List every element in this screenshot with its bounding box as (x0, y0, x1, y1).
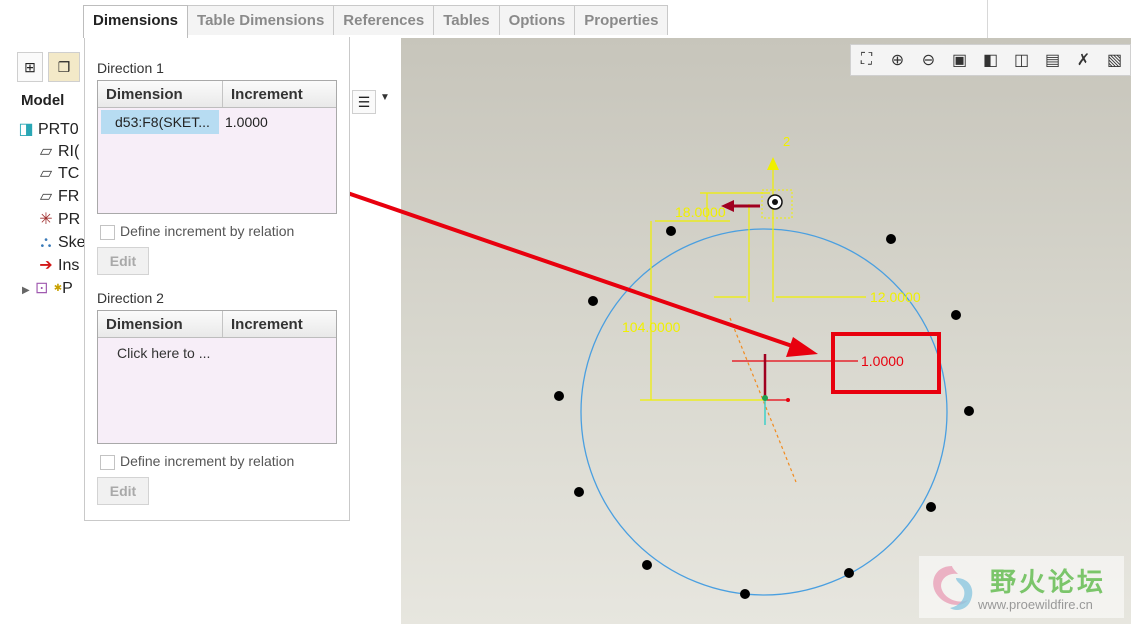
direction2-edit-button[interactable]: Edit (97, 477, 149, 505)
refit-icon[interactable]: ⛶ (851, 45, 882, 75)
pattern-point[interactable] (574, 487, 584, 497)
axis-label: 2 (783, 134, 790, 149)
center-dot (786, 398, 790, 402)
pattern-point[interactable] (951, 310, 961, 320)
list-options-icon[interactable]: ☰ (352, 90, 376, 114)
pattern-point[interactable] (666, 226, 676, 236)
annotation-display-icon[interactable]: ▧ (1099, 45, 1130, 75)
pattern-circle (580, 228, 948, 596)
pattern-point[interactable] (926, 502, 936, 512)
pattern-point[interactable] (740, 589, 750, 599)
zoom-out-icon[interactable]: ⊖ (913, 45, 944, 75)
direction2-table-header: Dimension Increment (98, 311, 336, 338)
pattern-point[interactable] (844, 568, 854, 578)
view-manager-icon[interactable]: ▤ (1037, 45, 1068, 75)
tab-dimensions[interactable]: Dimensions (83, 5, 189, 38)
dimension-text-18[interactable]: 18.0000 (675, 204, 726, 220)
pattern-point[interactable] (642, 560, 652, 570)
axis-arrow-icon (767, 157, 779, 170)
checkbox-label: Define increment by relation (120, 223, 295, 239)
dimension-text-12[interactable]: 12.0000 (870, 289, 921, 305)
direction1-title: Direction 1 (97, 60, 164, 76)
col-increment[interactable]: Increment (222, 81, 336, 107)
chevron-down-icon[interactable]: ▼ (380, 92, 390, 103)
direction1-edit-button[interactable]: Edit (97, 247, 149, 275)
direction1-table-header: Dimension Increment (98, 81, 336, 108)
annotation-arrow-head-icon (786, 337, 818, 357)
checkbox-label: Define increment by relation (120, 453, 295, 469)
col-dimension[interactable]: Dimension (98, 81, 222, 107)
checkbox-box[interactable] (100, 455, 115, 471)
col-dimension[interactable]: Dimension (98, 311, 222, 337)
display-style-icon[interactable]: ◧ (975, 45, 1006, 75)
pattern-point[interactable] (554, 391, 564, 401)
view-toolbar: ⛶ ⊕ ⊖ ▣ ◧ ◫ ▤ ✗ ▧ (850, 44, 1131, 76)
pattern-point[interactable] (588, 296, 598, 306)
row-increment[interactable]: 1.0000 (219, 110, 268, 134)
col-increment[interactable]: Increment (222, 311, 336, 337)
direction1-relation-checkbox[interactable]: Define increment by relation (100, 223, 295, 241)
zoom-in-icon[interactable]: ⊕ (882, 45, 913, 75)
direction2-title: Direction 2 (97, 290, 164, 306)
pattern-point[interactable] (886, 234, 896, 244)
checkbox-box[interactable] (100, 225, 115, 241)
annotation-arrow (297, 174, 799, 350)
pattern-points (554, 226, 974, 599)
repaint-icon[interactable]: ▣ (944, 45, 975, 75)
direction1-table: Dimension Increment d53:F8(SKET... 1.000… (97, 80, 337, 214)
direction2-table: Dimension Increment Click here to ... (97, 310, 337, 444)
direction2-add-placeholder[interactable]: Click here to ... (117, 345, 210, 361)
table-row[interactable]: d53:F8(SKET... 1.0000 (101, 110, 268, 134)
saved-views-icon[interactable]: ◫ (1006, 45, 1037, 75)
watermark-logo (933, 566, 973, 610)
direction2-relation-checkbox[interactable]: Define increment by relation (100, 453, 295, 471)
watermark-url: www.proewildfire.cn (978, 597, 1093, 612)
pattern-point[interactable] (964, 406, 974, 416)
watermark-title: 野火论坛 (990, 568, 1107, 598)
datum-display-icon[interactable]: ✗ (1068, 45, 1099, 75)
center-point (762, 395, 768, 401)
row-dimension[interactable]: d53:F8(SKET... (101, 110, 219, 134)
drag-handle-center (772, 199, 778, 205)
dimension-text-104[interactable]: 104.0000 (622, 319, 681, 335)
increment-value-text[interactable]: 1.0000 (861, 353, 904, 369)
dimensions-panel: Direction 1 Dimension Increment d53:F8(S… (84, 37, 350, 521)
